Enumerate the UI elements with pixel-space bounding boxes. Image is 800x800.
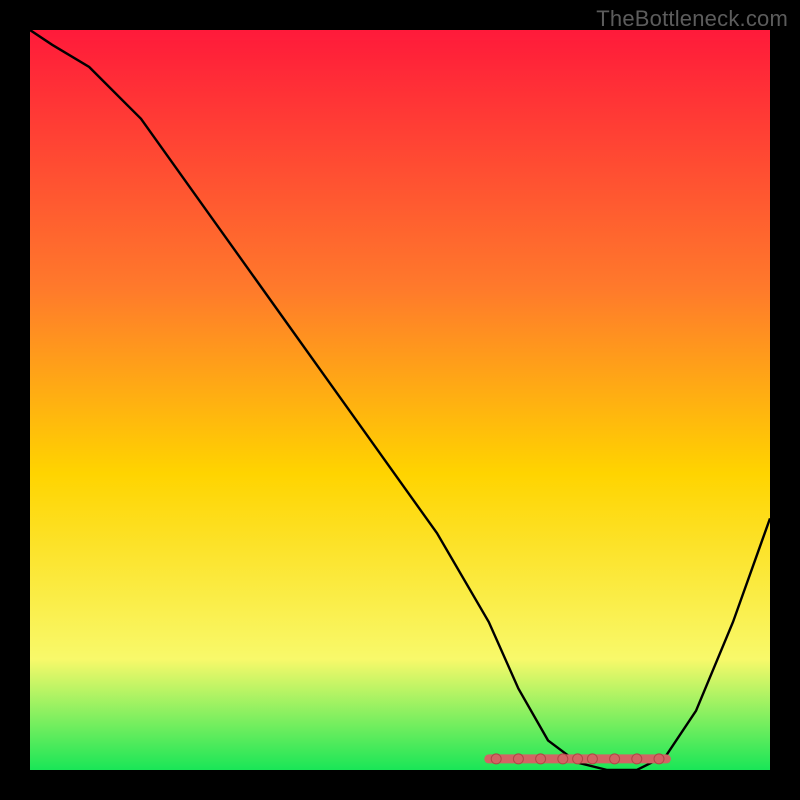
- optimum-marker: [654, 754, 664, 764]
- optimum-marker: [632, 754, 642, 764]
- watermark-text: TheBottleneck.com: [596, 6, 788, 32]
- optimum-marker: [491, 754, 501, 764]
- gradient-background: [30, 30, 770, 770]
- optimum-marker: [587, 754, 597, 764]
- bottleneck-chart: [30, 30, 770, 770]
- optimum-marker: [573, 754, 583, 764]
- optimum-marker: [513, 754, 523, 764]
- optimum-marker: [558, 754, 568, 764]
- optimum-marker: [536, 754, 546, 764]
- optimum-markers: [491, 754, 664, 764]
- chart-container: TheBottleneck.com: [0, 0, 800, 800]
- optimum-marker: [610, 754, 620, 764]
